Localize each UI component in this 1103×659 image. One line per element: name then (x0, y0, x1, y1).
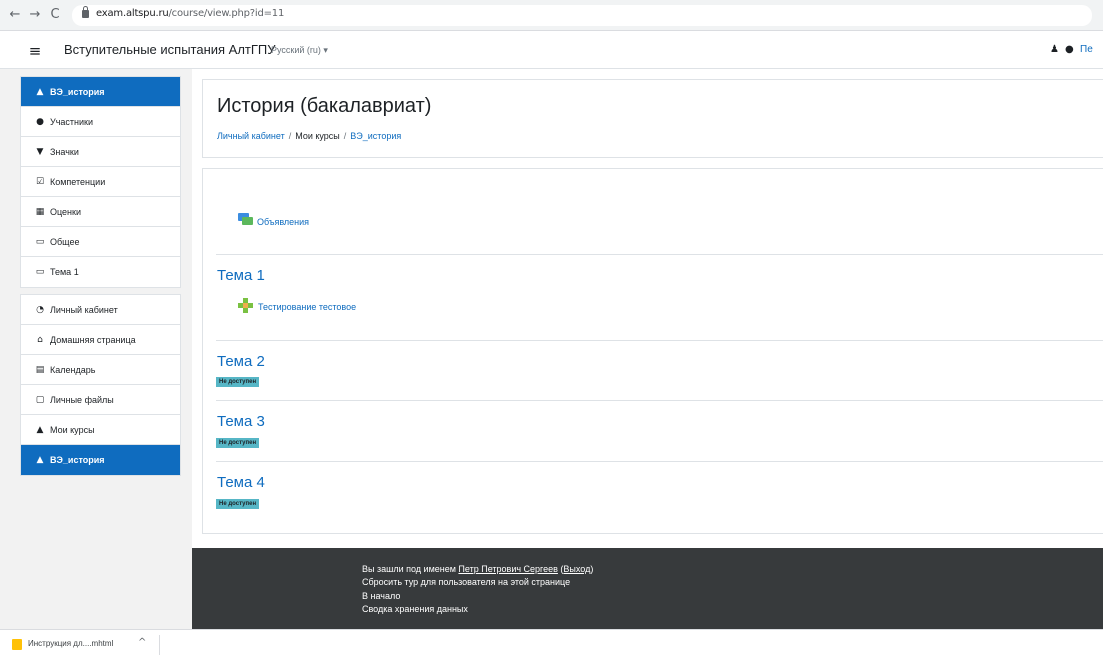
drawer-item-participants[interactable]: ● Участники (21, 107, 180, 137)
chat-icon[interactable]: ● (1065, 44, 1074, 55)
drawer-item-topic-1[interactable]: ▭ Тема 1 (21, 257, 180, 287)
browser-toolbar: ← → C exam.altspu.ru/course/view.php?id=… (0, 0, 1103, 31)
section-divider (216, 461, 1103, 462)
file-icon (12, 639, 22, 650)
top-navbar: ≡ Вступительные испытания АлтГПУ Русский… (0, 31, 1103, 69)
drawer-item-label: ВЭ_история (50, 455, 105, 465)
address-bar[interactable]: exam.altspu.ru/course/view.php?id=11 (72, 5, 1092, 26)
course-content: Объявления Тема 1 Тестирование тестовое … (202, 168, 1103, 534)
divider (159, 635, 160, 655)
unavailable-badge: Не доступен (216, 377, 260, 387)
drawer-item-private-files[interactable]: ▢ Личные файлы (21, 385, 180, 415)
table-icon: ▦ (35, 207, 45, 217)
page-title: История (бакалавриат) (217, 95, 432, 117)
drawer-item-course[interactable]: ▲ ВЭ_история (21, 77, 180, 107)
bell-icon[interactable]: ♟ (1050, 44, 1059, 55)
logout-link[interactable]: Выход (563, 564, 590, 574)
drawer-item-grades[interactable]: ▦ Оценки (21, 197, 180, 227)
drawer-item-my-courses[interactable]: ▲ Мои курсы (21, 415, 180, 445)
drawer-item-label: ВЭ_история (50, 87, 105, 97)
drawer-item-competencies[interactable]: ☑ Компетенции (21, 167, 180, 197)
course-nav-group: ▲ ВЭ_история ● Участники ▼ Значки ☑ Комп… (20, 76, 181, 288)
user-profile-link[interactable]: Петр Петрович Сергеев (458, 564, 558, 574)
drawer-item-general[interactable]: ▭ Общее (21, 227, 180, 257)
folder-icon: ▭ (35, 237, 45, 247)
drawer-item-calendar[interactable]: ▤ Календарь (21, 355, 180, 385)
drawer-item-label: Компетенции (50, 177, 106, 187)
graduation-cap-icon: ▲ (36, 425, 44, 435)
logged-in-info: Вы зашли под именем Петр Петрович Сергее… (362, 564, 594, 574)
nav-drawer: ▲ ВЭ_история ● Участники ▼ Значки ☑ Комп… (0, 69, 192, 629)
menu-toggle-icon[interactable]: ≡ (22, 42, 48, 60)
home-icon: ⌂ (37, 335, 43, 345)
file-icon: ▢ (35, 395, 45, 405)
graduation-cap-icon: ▲ (36, 87, 44, 97)
url-text[interactable]: exam.altspu.ru/course/view.php?id=11 (96, 8, 284, 19)
breadcrumb-separator: / (343, 131, 347, 141)
drawer-item-label: Мои курсы (50, 425, 95, 435)
chevron-up-icon[interactable]: ^ (138, 637, 146, 648)
breadcrumb-dashboard[interactable]: Личный кабинет (217, 131, 285, 141)
breadcrumb: Личный кабинет / Мои курсы / ВЭ_история (217, 131, 401, 141)
section-divider (216, 340, 1103, 341)
reload-icon[interactable]: C (48, 7, 62, 23)
back-arrow-icon[interactable]: ← (8, 7, 22, 23)
graduation-cap-icon: ▲ (36, 455, 44, 465)
drawer-item-label: Общее (50, 237, 80, 247)
download-item[interactable]: Инструкция дл....mhtml (28, 639, 113, 648)
section-divider (216, 254, 1103, 255)
site-name[interactable]: Вступительные испытания АлтГПУ (64, 42, 276, 57)
page-footer: Вы зашли под именем Петр Петрович Сергее… (192, 548, 1103, 629)
quiz-link[interactable]: Тестирование тестовое (258, 302, 356, 312)
drawer-item-current-course[interactable]: ▲ ВЭ_история (21, 445, 180, 475)
unavailable-badge: Не доступен (216, 438, 260, 448)
breadcrumb-course[interactable]: ВЭ_история (350, 131, 401, 141)
language-menu[interactable]: Русский (ru) ▾ (271, 45, 328, 56)
user-menu[interactable]: Пе (1080, 44, 1093, 55)
drawer-item-label: Значки (50, 147, 79, 157)
section-title-3[interactable]: Тема 3 (217, 413, 265, 430)
site-nav-group: ◔ Личный кабинет ⌂ Домашняя страница ▤ К… (20, 294, 181, 476)
shield-icon: ▼ (36, 147, 44, 157)
downloads-bar: Инструкция дл....mhtml ^ (0, 629, 1103, 659)
drawer-item-label: Оценки (50, 207, 81, 217)
forward-arrow-icon[interactable]: → (28, 7, 42, 23)
section-title-4[interactable]: Тема 4 (217, 474, 265, 491)
unavailable-badge: Не доступен (216, 499, 260, 509)
drawer-item-label: Личные файлы (50, 395, 114, 405)
announcements-link[interactable]: Объявления (257, 217, 309, 227)
dashboard-icon: ◔ (36, 305, 44, 315)
data-retention-link[interactable]: Сводка хранения данных (362, 604, 468, 614)
section-title-2[interactable]: Тема 2 (217, 353, 265, 370)
breadcrumb-my-courses[interactable]: Мои курсы (295, 131, 340, 141)
forum-icon (238, 213, 253, 225)
section-divider (216, 400, 1103, 401)
drawer-item-label: Тема 1 (50, 267, 79, 277)
drawer-item-dashboard[interactable]: ◔ Личный кабинет (21, 295, 180, 325)
drawer-item-label: Участники (50, 117, 93, 127)
quiz-icon (238, 298, 253, 313)
section-title-1[interactable]: Тема 1 (217, 267, 265, 284)
checkbox-icon: ☑ (35, 177, 45, 187)
drawer-item-badges[interactable]: ▼ Значки (21, 137, 180, 167)
calendar-icon: ▤ (35, 365, 45, 375)
drawer-item-label: Личный кабинет (50, 305, 118, 315)
drawer-item-home[interactable]: ⌂ Домашняя страница (21, 325, 180, 355)
drawer-item-label: Домашняя страница (50, 335, 136, 345)
folder-icon: ▭ (35, 267, 45, 277)
reset-tour-link[interactable]: Сбросить тур для пользователя на этой ст… (362, 577, 570, 587)
lock-icon (82, 6, 89, 18)
home-link[interactable]: В начало (362, 591, 400, 601)
page-header: История (бакалавриат) Личный кабинет / Мои… (202, 79, 1103, 158)
breadcrumb-separator: / (288, 131, 292, 141)
users-icon: ● (36, 117, 44, 127)
drawer-item-label: Календарь (50, 365, 96, 375)
